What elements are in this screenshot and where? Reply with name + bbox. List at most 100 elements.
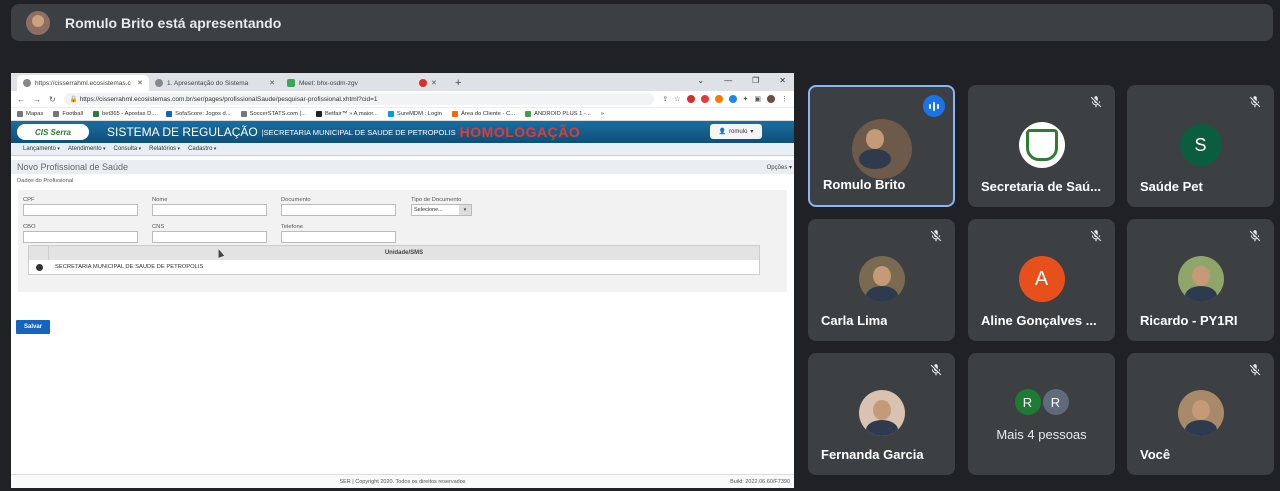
unit-table-header: Unidade/SMS: [29, 246, 759, 260]
puzzle-icon[interactable]: ✦: [743, 95, 749, 103]
bookmark-item[interactable]: Betfair™ » A maior...: [315, 111, 378, 117]
avatar: R: [1014, 389, 1041, 415]
cis-serra-logo: CIS Serra: [17, 124, 89, 140]
forward-icon[interactable]: →: [33, 95, 41, 104]
tipo-documento-select[interactable]: Selecione... ▾: [411, 204, 472, 216]
reload-icon[interactable]: ↻: [49, 95, 56, 104]
browser-tab-strip: https://cisserrahml.ecosistemas.c ✕ 1. A…: [11, 73, 794, 91]
adblock-icon[interactable]: [700, 95, 709, 103]
maximize-icon[interactable]: ❐: [752, 76, 759, 85]
extension-icon[interactable]: [714, 95, 723, 103]
system-name: SISTEMA DE REGULAÇÃO: [107, 125, 258, 139]
professional-form: CPF Nome Documento Tipo de Documento Sel…: [18, 190, 787, 292]
telefone-field: Telefone: [281, 224, 396, 243]
minimize-icon[interactable]: —: [724, 76, 732, 85]
participant-tile-carla[interactable]: Carla Lima: [808, 219, 955, 341]
close-window-icon[interactable]: ✕: [779, 76, 786, 85]
participant-tile-romulo[interactable]: Romulo Brito: [808, 85, 955, 207]
more-vert-icon[interactable]: ⋮: [781, 95, 788, 103]
close-tab-icon[interactable]: ✕: [269, 79, 275, 87]
globe-icon: [23, 79, 31, 87]
more-people-avatars: R R: [1014, 389, 1069, 415]
documento-input[interactable]: [281, 204, 396, 216]
cbo-input[interactable]: [23, 231, 138, 243]
avatar: A: [1018, 256, 1065, 302]
back-icon[interactable]: ←: [17, 95, 25, 104]
cns-field: CNS: [152, 224, 267, 243]
participant-tile-ricardo[interactable]: Ricardo - PY1RI: [1127, 219, 1274, 341]
more-bookmarks-icon[interactable]: »: [601, 111, 604, 117]
avatar: [858, 390, 905, 436]
bookmark-item[interactable]: Mapas: [17, 111, 43, 117]
bookmark-item[interactable]: SoccerSTATS.com |...: [240, 111, 306, 117]
participant-tile-secretaria[interactable]: Secretaria de Saú...: [968, 85, 1115, 207]
expand-row-icon[interactable]: [35, 263, 43, 271]
address-bar-row: ← → ↻ 🔒 https://cisserrahml.ecosistemas.…: [11, 91, 794, 108]
mic-off-icon: [1249, 230, 1261, 242]
bookmark-item[interactable]: Área do Cliente - C...: [451, 111, 515, 117]
close-tab-icon[interactable]: ✕: [137, 79, 143, 87]
participant-tile-more[interactable]: R R Mais 4 pessoas: [968, 353, 1115, 475]
speaking-indicator-icon: [923, 95, 945, 117]
tipo-documento-field: Tipo de Documento Selecione... ▾: [411, 197, 472, 216]
app-header: CIS Serra SISTEMA DE REGULAÇÃO |SECRETAR…: [11, 121, 794, 143]
share-icon[interactable]: ⇪: [662, 95, 668, 103]
bookmark-item[interactable]: SureMDM : Login: [387, 111, 442, 117]
avatar: [1177, 390, 1224, 436]
menu-cadastro[interactable]: Cadastro: [188, 146, 216, 152]
bookmark-item[interactable]: bet365 - Apostas D...: [93, 111, 156, 117]
avatar: [1177, 256, 1224, 302]
browser-tab-4[interactable]: ✕: [413, 75, 449, 91]
user-menu-button[interactable]: 👤 romulo ▾: [710, 124, 762, 139]
shared-screen: https://cisserrahml.ecosistemas.c ✕ 1. A…: [11, 73, 794, 488]
meet-icon: [287, 79, 295, 87]
participant-tile-fernanda[interactable]: Fernanda Garcia: [808, 353, 955, 475]
save-button[interactable]: Salvar: [16, 320, 50, 334]
bookmark-item[interactable]: ANDROID PLUS 1 -...: [525, 111, 591, 117]
presenter-title: Romulo Brito está apresentando: [65, 14, 282, 31]
participant-tile-aline[interactable]: A Aline Gonçalves ...: [968, 219, 1115, 341]
profile-avatar-icon[interactable]: [767, 95, 775, 103]
unit-table: Unidade/SMS SECRETARIA MUNICIPAL DE SAUD…: [28, 245, 760, 275]
chevron-down-icon[interactable]: ⌄: [697, 76, 704, 85]
options-menu[interactable]: Opções ▾: [767, 164, 792, 171]
environment-badge: HOMOLOGAÇÃO: [459, 124, 581, 140]
menu-atendimento[interactable]: Atendimento: [68, 146, 106, 152]
bookmark-item[interactable]: SofaScore: Jogos d...: [166, 111, 231, 117]
menu-lancamento[interactable]: Lançamento: [23, 146, 60, 152]
browser-tab-1[interactable]: https://cisserrahml.ecosistemas.c ✕: [17, 75, 149, 91]
nome-field: Nome: [152, 197, 267, 216]
window-controls: ⌄ — ❐ ✕: [697, 76, 786, 85]
star-icon[interactable]: ☆: [674, 95, 680, 103]
participant-tile-saude-pet[interactable]: S Saúde Pet: [1127, 85, 1274, 207]
menu-relatorios[interactable]: Relatórios: [149, 146, 180, 152]
menu-consulta[interactable]: Consulta: [114, 146, 142, 152]
new-tab-button[interactable]: +: [455, 75, 461, 91]
mic-off-icon: [1249, 96, 1261, 108]
bookmark-item[interactable]: Football: [53, 111, 83, 117]
presenter-avatar: [26, 10, 50, 35]
system-subtitle: |SECRETARIA MUNICIPAL DE SAUDE DE PETROP…: [261, 127, 456, 137]
close-tab-icon[interactable]: ✕: [431, 79, 437, 87]
page-header: Novo Profissional de Saúde Opções ▾: [11, 160, 794, 174]
nome-input[interactable]: [152, 204, 267, 216]
url-input[interactable]: 🔒 https://cisserrahml.ecosistemas.com.br…: [63, 93, 655, 105]
app-menubar: Lançamento Atendimento Consulta Relatóri…: [11, 143, 794, 156]
cpf-input[interactable]: [23, 204, 138, 216]
page-title: Novo Profissional de Saúde: [17, 162, 129, 172]
cbo-field: CBO: [23, 224, 138, 243]
sidebar-icon[interactable]: ▣: [754, 95, 761, 103]
cpf-field: CPF: [23, 197, 138, 216]
avatar: S: [1179, 124, 1222, 166]
opera-icon[interactable]: [686, 95, 695, 103]
globe-icon: [155, 79, 163, 87]
participant-tile-self[interactable]: Você: [1127, 353, 1274, 475]
browser-tab-2[interactable]: 1. Apresentação do Sistema ✕: [149, 75, 281, 91]
mic-off-icon: [930, 230, 942, 242]
telefone-input[interactable]: [281, 231, 396, 243]
mic-off-icon: [1249, 364, 1261, 376]
cns-input[interactable]: [152, 231, 267, 243]
browser-tab-3[interactable]: Meet: bhx-osdm-zgv: [281, 75, 413, 91]
translate-icon[interactable]: [728, 95, 737, 103]
recording-icon: [419, 79, 427, 87]
